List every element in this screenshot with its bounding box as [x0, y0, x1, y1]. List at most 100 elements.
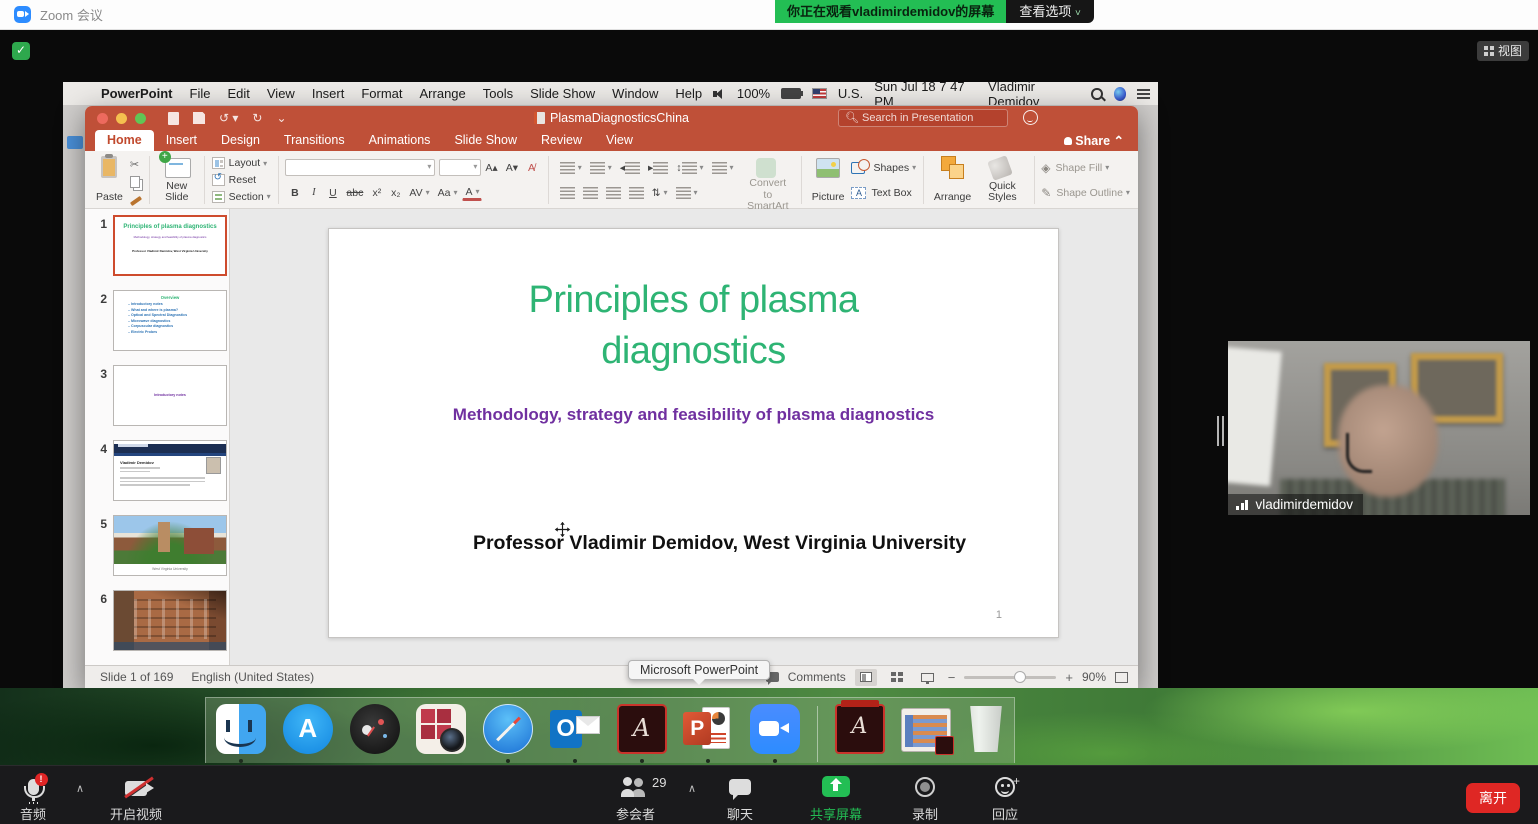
menu-format[interactable]: Format	[361, 86, 402, 101]
subscript-button[interactable]: x₂	[387, 185, 404, 201]
arrange-button[interactable]: Arrange	[929, 154, 976, 206]
character-spacing-button[interactable]: AV▾	[406, 185, 432, 201]
convert-smartart-button[interactable]: Convert to SmartArt	[740, 154, 797, 206]
font-name-select[interactable]	[285, 159, 435, 176]
slide-author[interactable]: Professor Vladimir Demidov, West Virgini…	[329, 532, 1058, 555]
tab-slide-show[interactable]: Slide Show	[442, 130, 529, 151]
tab-animations[interactable]: Animations	[357, 130, 443, 151]
tab-transitions[interactable]: Transitions	[272, 130, 357, 151]
dock-app-store-icon[interactable]: A	[283, 704, 333, 754]
dock-acrobat-document-icon[interactable]	[835, 704, 885, 754]
shrink-font-button[interactable]: A▾	[503, 160, 521, 176]
menubar-user[interactable]: Vladimir Demidov	[988, 79, 1080, 109]
menu-edit[interactable]: Edit	[227, 86, 249, 101]
clear-formatting-button[interactable]: A̸	[523, 160, 540, 176]
format-painter-icon[interactable]	[130, 195, 142, 205]
superscript-button[interactable]: x²	[368, 185, 385, 201]
slide-thumbnail-5[interactable]: West Virginia University	[113, 515, 227, 576]
audio-options-caret[interactable]: ∧	[76, 782, 84, 795]
language-label[interactable]: English (United States)	[191, 670, 314, 684]
font-size-select[interactable]	[439, 159, 481, 176]
input-region[interactable]: U.S.	[838, 86, 863, 101]
dock-photo-booth-icon[interactable]	[416, 704, 466, 754]
menu-window[interactable]: Window	[612, 86, 658, 101]
dock-powerpoint-icon[interactable]: P	[683, 704, 733, 754]
leave-meeting-button[interactable]: 离开	[1466, 783, 1520, 813]
notification-center-icon[interactable]	[1137, 89, 1150, 99]
section-button[interactable]: Section▾	[212, 191, 271, 203]
menu-view[interactable]: View	[267, 86, 295, 101]
participant-video[interactable]: vladimirdemidov	[1228, 341, 1530, 515]
menu-tools[interactable]: Tools	[483, 86, 513, 101]
quick-styles-button[interactable]: Quick Styles	[976, 154, 1028, 206]
us-flag-icon[interactable]	[812, 88, 827, 99]
participants-button[interactable]: 29 参会者	[616, 775, 655, 823]
copy-icon[interactable]	[130, 176, 140, 188]
participants-options-caret[interactable]: ∧	[688, 782, 696, 795]
underline-button[interactable]: U	[324, 185, 341, 201]
layout-button[interactable]: Layout▾	[212, 157, 271, 169]
video-panel-drag-handle[interactable]	[1217, 416, 1227, 451]
dock-outlook-icon[interactable]: O	[550, 704, 600, 754]
tab-review[interactable]: Review	[529, 130, 594, 151]
align-text-button[interactable]: ▾	[673, 185, 701, 201]
picture-button[interactable]: Picture	[807, 154, 850, 206]
zoom-in-button[interactable]: +	[1065, 670, 1073, 685]
columns-button[interactable]: ▾	[709, 160, 737, 176]
search-in-presentation-input[interactable]: 🔍︎ Search in Presentation	[838, 109, 1008, 127]
zoom-slider-knob[interactable]	[1014, 671, 1026, 683]
dock-safari-icon[interactable]	[483, 704, 533, 754]
share-button[interactable]: Share ⌃	[1064, 133, 1124, 148]
spotlight-icon[interactable]	[1091, 88, 1102, 100]
strikethrough-button[interactable]: abc	[343, 185, 366, 201]
current-slide[interactable]: Principles of plasma diagnostics Methodo…	[328, 228, 1059, 638]
fit-slide-button[interactable]	[1115, 672, 1128, 683]
align-center-button[interactable]	[580, 185, 601, 201]
menu-help[interactable]: Help	[675, 86, 702, 101]
dock-finder-icon[interactable]	[216, 704, 266, 754]
tab-view[interactable]: View	[594, 130, 645, 151]
align-left-button[interactable]	[557, 185, 578, 201]
volume-icon[interactable]	[713, 89, 726, 99]
line-spacing-button[interactable]: ↕▾	[673, 160, 706, 176]
record-button[interactable]: 录制	[912, 775, 938, 823]
slide-subtitle[interactable]: Methodology, strategy and feasibility of…	[329, 405, 1058, 425]
reactions-button[interactable]: + 回应	[992, 775, 1018, 823]
increase-indent-button[interactable]: ▸	[645, 160, 671, 176]
shapes-button[interactable]: Shapes▾	[851, 162, 916, 174]
italic-button[interactable]: I	[305, 185, 322, 201]
shape-fill-button[interactable]: ◈Shape Fill▾	[1041, 161, 1130, 175]
grow-font-button[interactable]: A▴	[482, 160, 500, 176]
slide-thumbnail-2[interactable]: Overview Introductory notes What and whe…	[113, 290, 227, 351]
slide-thumbnail-4[interactable]: Vladimir Demidov	[113, 440, 227, 501]
align-right-button[interactable]	[603, 185, 624, 201]
slide-sorter-button[interactable]	[886, 669, 908, 686]
slide-thumbnail-3[interactable]: Introductory notes	[113, 365, 227, 426]
zoom-out-button[interactable]: −	[948, 670, 956, 685]
menu-app-name[interactable]: PowerPoint	[101, 86, 173, 101]
dock-acrobat-icon[interactable]	[617, 704, 667, 754]
menu-file[interactable]: File	[190, 86, 211, 101]
feedback-smiley-icon[interactable]	[1023, 110, 1038, 125]
view-options-button[interactable]: 查看选项 ˅	[1006, 0, 1093, 23]
presenter-view-button[interactable]	[917, 669, 939, 686]
slide-thumbnail-1[interactable]: Principles of plasma diagnostics Methodo…	[113, 215, 227, 276]
paste-button[interactable]: Paste	[91, 154, 128, 206]
justify-button[interactable]	[626, 185, 647, 201]
view-layout-button[interactable]: 视图	[1477, 41, 1529, 61]
shape-outline-button[interactable]: ✎Shape Outline▾	[1041, 186, 1130, 200]
start-video-button[interactable]: 开启视频	[110, 775, 162, 823]
slide-thumbnail-6[interactable]	[113, 590, 227, 651]
text-direction-button[interactable]: ⇅▾	[649, 185, 671, 201]
cut-icon[interactable]: ✂	[130, 158, 139, 171]
decrease-indent-button[interactable]: ◂	[617, 160, 643, 176]
menu-arrange[interactable]: Arrange	[420, 86, 466, 101]
numbering-button[interactable]: ▾	[587, 160, 615, 176]
dock-pdf-window-icon[interactable]	[901, 704, 951, 752]
tab-design[interactable]: Design	[209, 130, 272, 151]
slide-title[interactable]: Principles of plasma diagnostics	[454, 275, 934, 378]
menubar-clock[interactable]: Sun Jul 18 7 47 PM	[874, 79, 977, 109]
dock-trash-icon[interactable]	[968, 704, 1004, 752]
tab-insert[interactable]: Insert	[154, 130, 209, 151]
normal-view-button[interactable]	[855, 669, 877, 686]
